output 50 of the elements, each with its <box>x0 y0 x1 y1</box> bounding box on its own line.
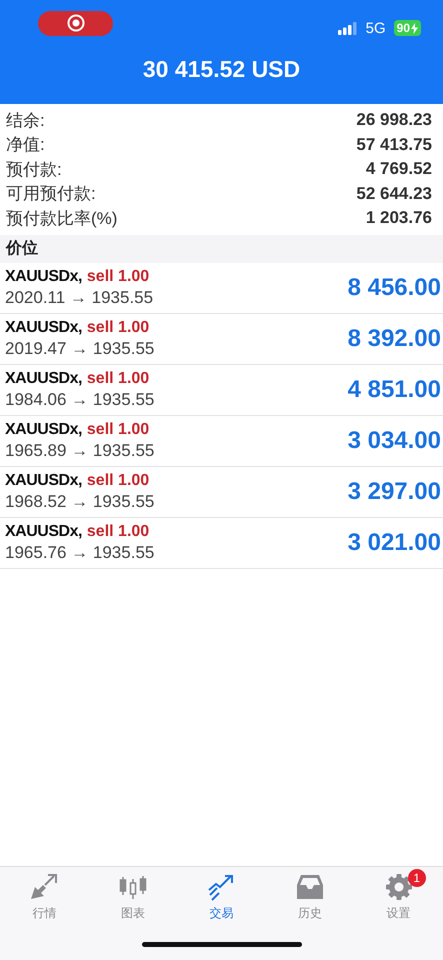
summary-value: 1 203.76 <box>366 208 432 228</box>
position-symbol: XAUUSDx, <box>5 370 82 388</box>
tab-item[interactable]: 历史 <box>275 873 346 934</box>
position-profit: 3 021.00 <box>348 528 441 556</box>
position-symbol: XAUUSDx, <box>5 522 82 540</box>
position-action: sell 1.00 <box>86 522 150 540</box>
position-symbol: XAUUSDx, <box>5 472 82 490</box>
position-prices: 1968.52 → 1935.55 <box>5 492 154 512</box>
candlestick-icon <box>118 873 148 901</box>
tab-item[interactable]: 图表 <box>98 873 168 934</box>
network-label: 5G <box>366 20 386 36</box>
position-prices: 1984.06 → 1935.55 <box>5 390 154 410</box>
position-symbol: XAUUSDx, <box>5 420 82 438</box>
signal-icon <box>338 22 358 34</box>
position-action: sell 1.00 <box>86 370 150 388</box>
position-action: sell 1.00 <box>86 472 150 490</box>
position-prices: 2019.47 → 1935.55 <box>5 338 154 358</box>
recording-pill[interactable] <box>38 10 113 36</box>
battery-indicator: 90 <box>394 20 421 36</box>
position-profit: 8 392.00 <box>348 324 441 352</box>
section-title: 价位 <box>6 238 38 259</box>
settings-icon <box>384 873 414 901</box>
summary-label: 预付款: <box>6 158 62 181</box>
position-symbol: XAUUSDx, <box>5 268 82 286</box>
record-icon <box>66 14 84 32</box>
summary-label: 结余: <box>6 110 45 132</box>
summary-value: 4 769.52 <box>366 159 432 180</box>
summary-label: 净值: <box>6 134 45 156</box>
position-profit: 3 034.00 <box>348 426 441 454</box>
position-prices: 2020.11 → 1935.55 <box>5 288 154 308</box>
position-action: sell 1.00 <box>86 268 150 286</box>
summary-value: 26 998.23 <box>356 110 432 130</box>
tab-item[interactable]: 交易 <box>186 873 256 934</box>
summary-label: 可用预付款: <box>6 183 96 206</box>
summary-value: 52 644.23 <box>356 184 432 204</box>
position-prices: 1965.89 → 1935.55 <box>5 440 154 460</box>
position-action: sell 1.00 <box>86 318 150 336</box>
position-profit: 4 851.00 <box>348 376 441 404</box>
notification-badge: 1 <box>408 869 426 887</box>
position-profit: 3 297.00 <box>348 478 441 506</box>
tab-item[interactable]: 行情 <box>9 873 80 934</box>
arrows-icon <box>29 873 60 901</box>
summary-label: 预付款比率(%) <box>6 208 118 230</box>
position-action: sell 1.00 <box>86 420 150 438</box>
balance-title: 30 415.52 USD <box>142 55 302 83</box>
position-symbol: XAUUSDx, <box>5 318 82 336</box>
position-profit: 8 456.00 <box>348 274 441 302</box>
inbox-icon <box>295 873 326 901</box>
position-prices: 1965.76 → 1935.55 <box>5 542 154 562</box>
summary-value: 57 413.75 <box>356 134 432 155</box>
